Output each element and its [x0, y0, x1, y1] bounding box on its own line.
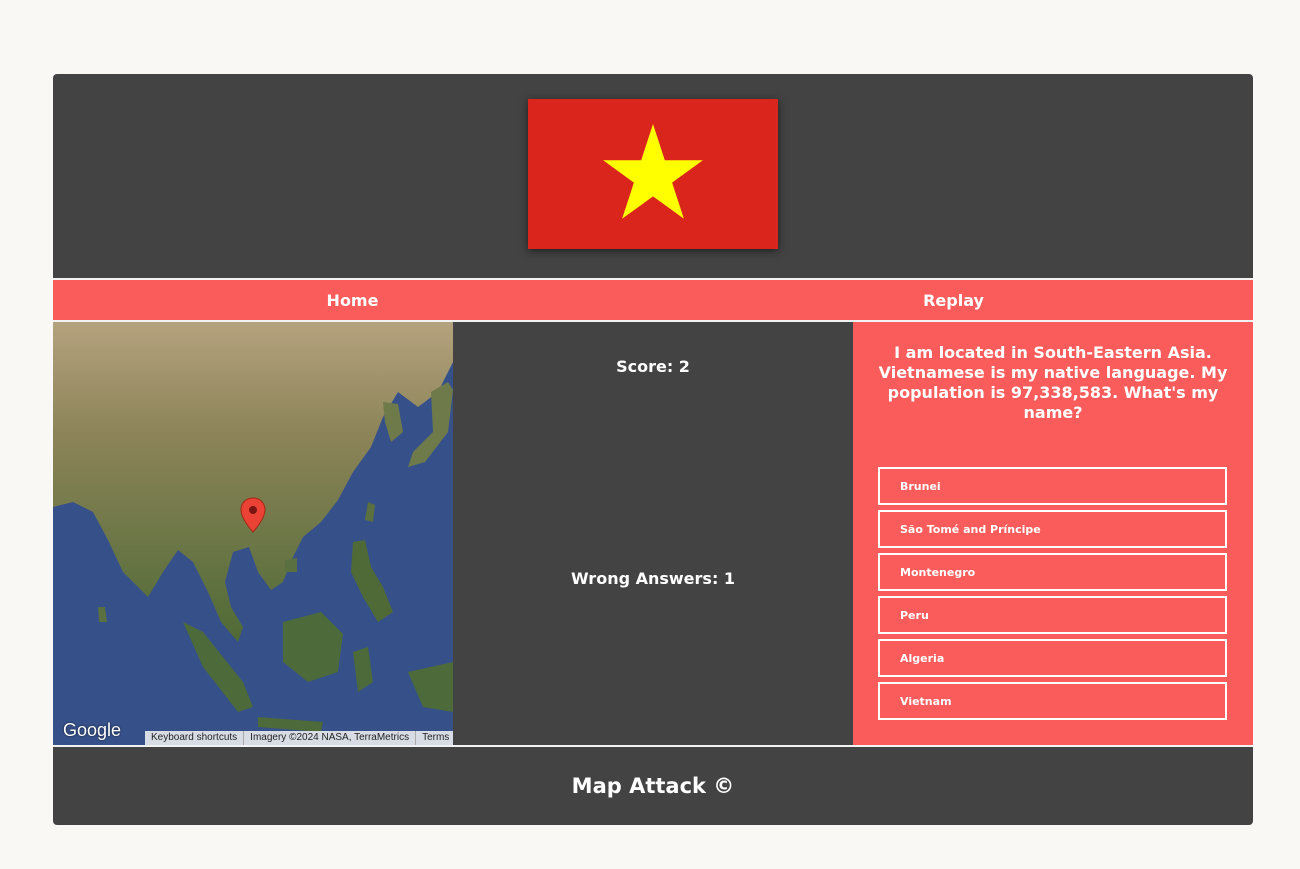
answer-option[interactable]: Brunei	[878, 467, 1227, 505]
score-text: Score: 2	[616, 357, 690, 376]
answer-option[interactable]: Montenegro	[878, 553, 1227, 591]
answer-option[interactable]: Vietnam	[878, 682, 1227, 720]
stats-panel: Score: 2 Wrong Answers: 1	[453, 322, 853, 745]
satellite-map[interactable]: Google Keyboard shortcuts Imagery ©2024 …	[53, 322, 453, 745]
terms-link[interactable]: Terms	[415, 731, 453, 745]
game-area: Google Keyboard shortcuts Imagery ©2024 …	[53, 322, 1253, 745]
footer: Map Attack ©	[571, 774, 735, 798]
answer-option[interactable]: Peru	[878, 596, 1227, 634]
question-text: I am located in South-Eastern Asia. Viet…	[878, 343, 1228, 422]
keyboard-shortcuts-link[interactable]: Keyboard shortcuts	[145, 731, 243, 745]
answer-option[interactable]: Algeria	[878, 639, 1227, 677]
map-imagery	[53, 322, 453, 745]
app-container: Home Replay Google Keyboard shortcuts Im…	[53, 74, 1253, 825]
home-link[interactable]: Home	[53, 280, 652, 320]
answer-option[interactable]: São Tomé and Príncipe	[878, 510, 1227, 548]
question-panel: I am located in South-Eastern Asia. Viet…	[853, 322, 1253, 745]
imagery-credit: Imagery ©2024 NASA, TerraMetrics	[243, 731, 415, 745]
answer-list: Brunei São Tomé and Príncipe Montenegro …	[878, 467, 1227, 725]
map-attribution: Keyboard shortcuts Imagery ©2024 NASA, T…	[145, 731, 453, 745]
nav-bar: Home Replay	[53, 280, 1253, 320]
google-logo: Google	[63, 720, 122, 740]
flag-area	[53, 74, 1253, 278]
country-flag	[528, 99, 778, 249]
replay-link[interactable]: Replay	[652, 280, 1253, 320]
flag-star-icon	[603, 124, 703, 219]
wrong-answers-text: Wrong Answers: 1	[570, 569, 736, 588]
